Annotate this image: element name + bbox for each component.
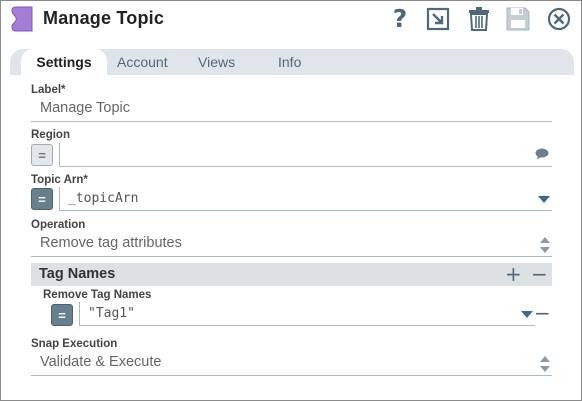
topic-arn-input[interactable]: _topicArn — [59, 187, 552, 211]
dialog-title: Manage Topic — [43, 8, 165, 28]
operation-spinner-icon[interactable] — [540, 237, 550, 253]
tab-settings[interactable]: Settings — [21, 49, 107, 75]
expand-icon[interactable] — [425, 5, 451, 33]
tag-names-title: Tag Names — [39, 266, 116, 282]
topic-arn-value: _topicArn — [68, 191, 139, 206]
tag-name-input[interactable]: "Tag1" — [79, 302, 535, 326]
tab-account[interactable]: Account — [117, 49, 168, 75]
label-input[interactable]: Manage Topic — [31, 97, 552, 122]
remove-tag-names-label: Remove Tag Names — [43, 289, 152, 301]
region-expression-toggle[interactable]: = — [31, 144, 53, 166]
snap-execution-value: Validate & Execute — [40, 354, 162, 370]
tab-info[interactable]: Info — [278, 49, 301, 75]
tag-row-expression-toggle[interactable]: = — [51, 304, 73, 326]
operation-field-label: Operation — [31, 219, 86, 231]
tab-bar: Settings Account Views Info — [10, 49, 574, 75]
snap-execution-select[interactable]: Validate & Execute — [31, 351, 552, 376]
snap-execution-field-label: Snap Execution — [31, 338, 118, 350]
delete-icon[interactable] — [467, 5, 491, 33]
comment-icon[interactable] — [535, 148, 549, 160]
label-field-label: Label* — [31, 84, 66, 96]
close-icon[interactable] — [546, 5, 572, 33]
snap-icon — [11, 6, 33, 32]
topic-arn-field-label: Topic Arn* — [31, 174, 88, 186]
help-icon[interactable]: ? — [389, 5, 411, 33]
snap-execution-spinner-icon[interactable] — [540, 356, 550, 372]
operation-value: Remove tag attributes — [40, 235, 182, 251]
tab-views[interactable]: Views — [198, 49, 235, 75]
region-input[interactable] — [59, 143, 552, 167]
label-input-value: Manage Topic — [40, 100, 131, 116]
topic-arn-dropdown-icon[interactable] — [538, 196, 550, 203]
snap-settings-dialog: Manage Topic ? Settings Account Views In… — [0, 0, 582, 401]
remove-all-rows-button[interactable]: − — [531, 263, 548, 285]
add-row-button[interactable]: + — [505, 263, 522, 285]
region-field-label: Region — [31, 129, 70, 141]
remove-row-button[interactable]: − — [534, 302, 551, 324]
tag-names-header: Tag Names + − — [31, 263, 552, 286]
topic-arn-expression-toggle[interactable]: = — [31, 188, 53, 210]
tag-name-value: "Tag1" — [88, 306, 135, 321]
save-icon[interactable] — [506, 5, 530, 33]
operation-select[interactable]: Remove tag attributes — [31, 232, 552, 257]
tag-name-dropdown-icon[interactable] — [521, 311, 533, 318]
